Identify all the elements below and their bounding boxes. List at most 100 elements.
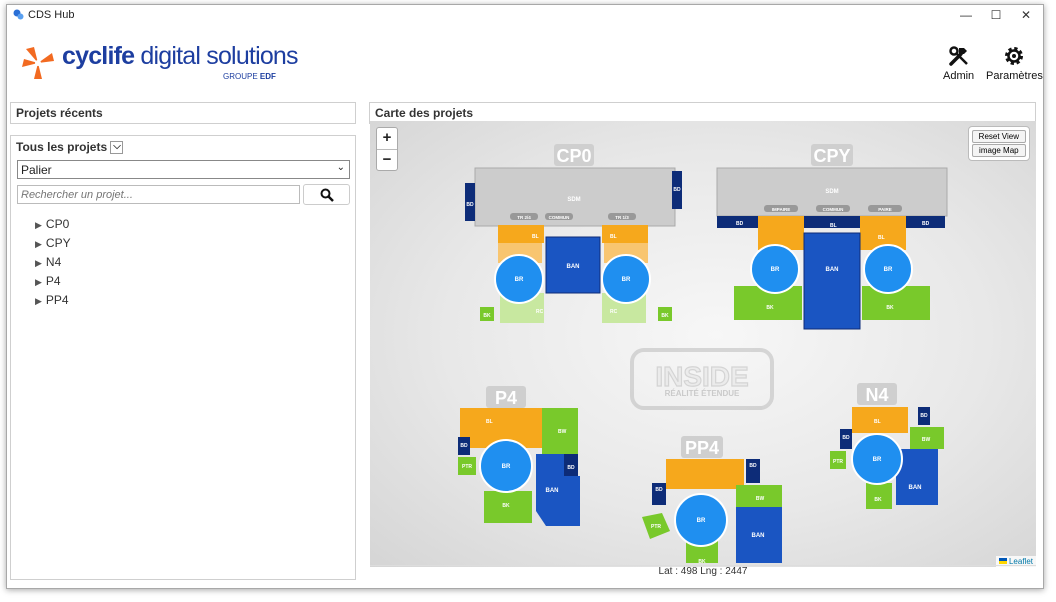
svg-text:COMMUN: COMMUN xyxy=(823,207,844,212)
svg-text:BL: BL xyxy=(830,223,837,229)
project-map[interactable]: INSIDE RÉALITÉ ÉTENDUE CP0 SDM BD BD TR … xyxy=(370,121,1036,567)
logo-icon xyxy=(22,47,54,79)
svg-text:PTR: PTR xyxy=(462,464,472,470)
all-projects-title: Tous les projets xyxy=(16,140,108,154)
svg-text:BD: BD xyxy=(567,465,575,471)
site-map-canvas: INSIDE RÉALITÉ ÉTENDUE CP0 SDM BD BD TR … xyxy=(458,144,948,565)
site-cp0[interactable]: CP0 SDM BD BD TR 2/4 COMMUN TR 1/3 BL BL… xyxy=(465,144,682,323)
svg-text:BD: BD xyxy=(920,413,928,419)
expand-arrow-icon: ▶ xyxy=(35,258,42,268)
app-icon xyxy=(13,9,24,20)
project-label: P4 xyxy=(45,274,61,288)
svg-text:BK: BK xyxy=(886,305,894,311)
svg-text:IMPAIRE: IMPAIRE xyxy=(772,207,790,212)
svg-text:SDM: SDM xyxy=(567,197,580,203)
flag-icon xyxy=(998,558,1007,564)
svg-text:COMMUN: COMMUN xyxy=(549,215,570,220)
search-input[interactable] xyxy=(17,185,300,204)
site-n4[interactable]: N4 BL BD BD BW PTR BAN BK BR xyxy=(830,383,944,509)
svg-text:BR: BR xyxy=(515,277,524,283)
expand-arrow-icon: ▶ xyxy=(35,296,42,306)
site-label-cp0: CP0 xyxy=(556,146,591,166)
logo-wordmark: cyclife digital solutions xyxy=(62,42,299,70)
watermark-text: INSIDE xyxy=(655,361,748,392)
app-header: cyclife digital solutions GROUPE EDF Adm… xyxy=(7,25,1043,97)
svg-text:TR 1/3: TR 1/3 xyxy=(615,215,629,220)
palier-select[interactable]: Palier ⌄ xyxy=(17,160,350,179)
svg-text:BD: BD xyxy=(842,435,850,441)
svg-text:BD: BD xyxy=(460,443,468,449)
svg-text:BR: BR xyxy=(622,277,631,283)
collapse-toggle[interactable]: ⌵ xyxy=(110,141,124,155)
site-cpy[interactable]: CPY SDM IMPAIRE COMMUN PAIRE BD BD BL BL … xyxy=(716,144,948,330)
svg-text:PAIRE: PAIRE xyxy=(878,207,891,212)
site-label-pp4: PP4 xyxy=(685,438,719,458)
svg-text:BD: BD xyxy=(655,487,663,493)
project-label: PP4 xyxy=(45,293,69,307)
admin-label: Admin xyxy=(943,70,975,82)
svg-text:BAN: BAN xyxy=(546,488,559,494)
svg-text:BL: BL xyxy=(874,419,881,425)
logo-group: GROUPE EDF xyxy=(223,72,276,81)
svg-text:BAN: BAN xyxy=(567,264,580,270)
svg-text:BK: BK xyxy=(483,313,491,319)
map-view-buttons: Reset View image Map xyxy=(967,126,1030,161)
project-item-n4[interactable]: ▶ N4 xyxy=(35,255,61,269)
svg-text:BL: BL xyxy=(532,234,539,240)
close-button[interactable]: ✕ xyxy=(1011,5,1041,25)
svg-text:SDM: SDM xyxy=(825,189,838,195)
svg-text:BK: BK xyxy=(766,305,774,311)
svg-text:BR: BR xyxy=(502,464,511,470)
all-projects-header: Tous les projets ⌵ xyxy=(11,136,355,157)
map-title: Carte des projets xyxy=(375,106,474,120)
project-label: CPY xyxy=(45,236,71,250)
settings-button[interactable]: Paramètres xyxy=(986,45,1043,82)
expand-arrow-icon: ▶ xyxy=(35,220,42,230)
svg-text:BK: BK xyxy=(502,503,510,509)
svg-text:BW: BW xyxy=(756,496,765,502)
svg-text:BD: BD xyxy=(673,187,681,193)
svg-text:BAN: BAN xyxy=(826,267,839,273)
svg-text:BD: BD xyxy=(749,463,757,469)
tools-icon xyxy=(948,46,968,66)
maximize-button[interactable]: ☐ xyxy=(981,5,1011,25)
svg-text:BD: BD xyxy=(466,202,474,208)
svg-text:BD: BD xyxy=(922,221,930,227)
svg-text:BL: BL xyxy=(878,235,885,241)
svg-text:BR: BR xyxy=(771,267,780,273)
svg-text:BR: BR xyxy=(884,267,893,273)
project-item-pp4[interactable]: ▶ PP4 xyxy=(35,293,69,307)
svg-text:RC: RC xyxy=(536,309,544,315)
recent-projects-title: Projets récents xyxy=(16,106,103,120)
svg-text:BL: BL xyxy=(610,234,617,240)
svg-text:BL: BL xyxy=(486,419,493,425)
settings-label: Paramètres xyxy=(986,70,1043,82)
project-item-cpy[interactable]: ▶ CPY xyxy=(35,236,71,250)
site-label-cpy: CPY xyxy=(813,146,850,166)
minimize-button[interactable]: — xyxy=(951,5,981,25)
project-item-cp0[interactable]: ▶ CP0 xyxy=(35,217,69,231)
project-item-p4[interactable]: ▶ P4 xyxy=(35,274,61,288)
svg-text:BK: BK xyxy=(661,313,669,319)
site-p4[interactable]: P4 BL BW BD PTR BD BAN BK BR xyxy=(458,386,580,526)
admin-button[interactable]: Admin xyxy=(943,45,974,82)
search-button[interactable] xyxy=(303,184,350,205)
svg-text:BR: BR xyxy=(873,457,882,463)
svg-text:BK: BK xyxy=(874,497,882,503)
zoom-in-button[interactable]: + xyxy=(377,128,397,149)
site-pp4[interactable]: PP4 BD BD BW BAN PTR BK BR xyxy=(642,436,782,565)
watermark-subtext: RÉALITÉ ÉTENDUE xyxy=(665,389,740,398)
project-label: N4 xyxy=(45,255,62,269)
site-label-p4: P4 xyxy=(495,388,517,408)
chevron-down-icon: ⌄ xyxy=(336,162,345,173)
zoom-out-button[interactable]: − xyxy=(377,149,397,170)
site-label-n4: N4 xyxy=(865,385,888,405)
recent-projects-panel: Projets récents xyxy=(10,102,356,124)
svg-text:BAN: BAN xyxy=(752,533,765,539)
palier-select-value: Palier xyxy=(21,163,52,177)
image-map-button[interactable]: image Map xyxy=(971,144,1026,157)
inside-watermark: INSIDE RÉALITÉ ÉTENDUE xyxy=(630,348,774,410)
reset-view-button[interactable]: Reset View xyxy=(971,130,1026,143)
all-projects-panel: Tous les projets ⌵ Palier ⌄ ▶CP0 ▶CPY ▶N… xyxy=(10,135,356,580)
svg-text:PTR: PTR xyxy=(833,459,843,465)
